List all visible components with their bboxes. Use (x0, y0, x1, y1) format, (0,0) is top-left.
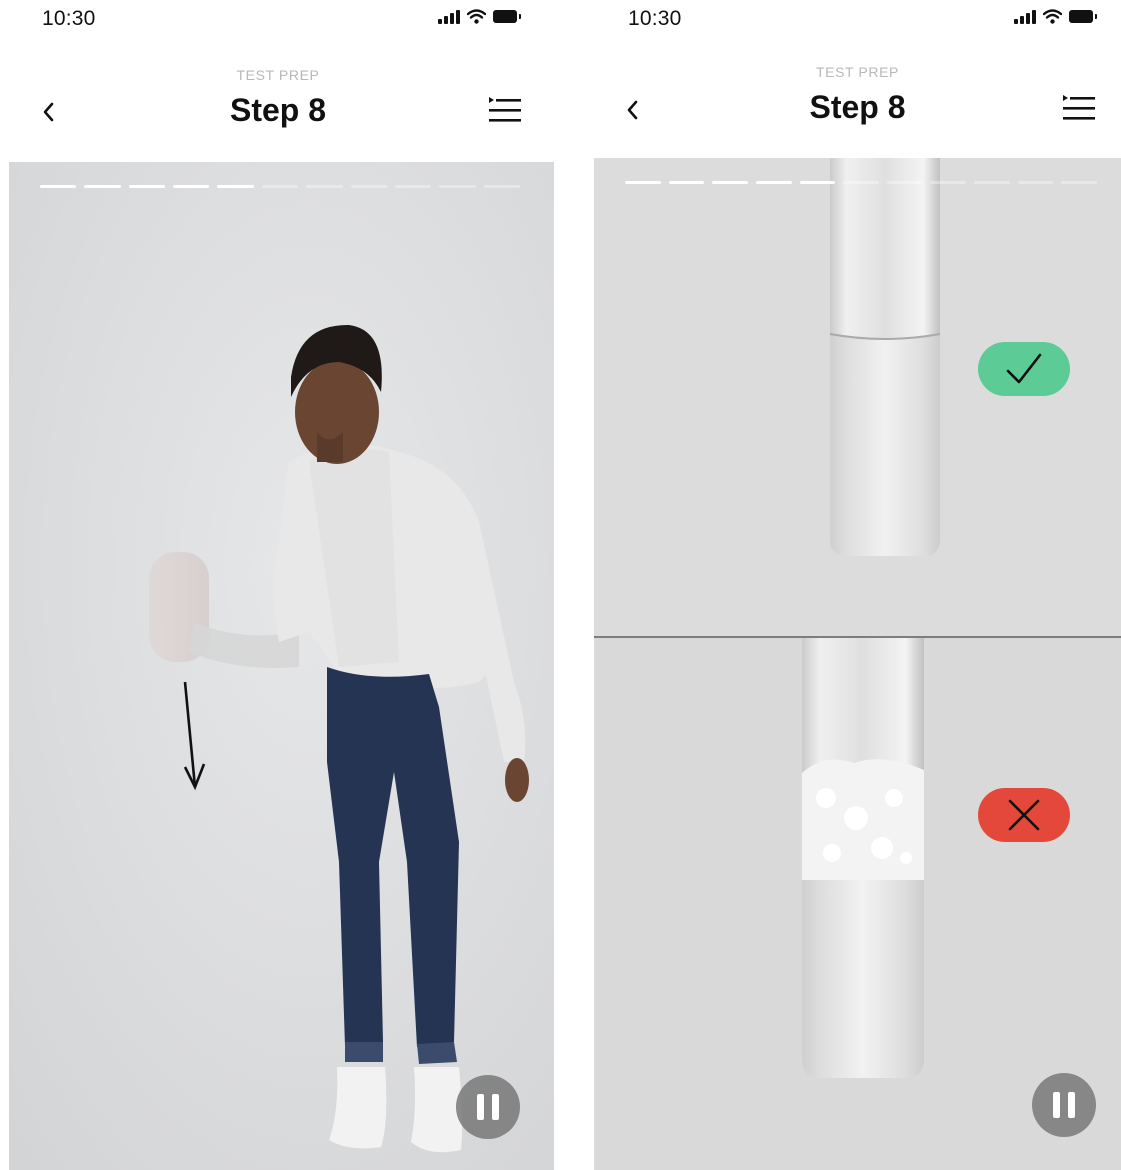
instruction-comparison-video[interactable] (594, 158, 1121, 1170)
progress-segment (625, 181, 661, 184)
list-menu-icon (489, 97, 521, 122)
comparison-divider (594, 636, 1121, 638)
progress-segment (799, 181, 836, 184)
video-illustration-shaking-tube (9, 162, 554, 1170)
progress-segment (350, 185, 387, 188)
cellular-signal-icon (1014, 9, 1036, 24)
step-progress (625, 181, 1098, 184)
status-time: 10:30 (42, 7, 96, 30)
progress-segment (712, 181, 748, 184)
x-icon (1008, 799, 1040, 831)
cellular-signal-icon (438, 9, 460, 24)
progress-segment (40, 185, 77, 188)
status-icons (438, 9, 521, 24)
test-tube-comparison-illustration (594, 158, 1121, 1170)
progress-segment (173, 185, 210, 188)
status-time: 10:30 (628, 7, 682, 30)
page-title: Step 8 (229, 92, 327, 128)
check-icon (1006, 353, 1042, 384)
phone-screen-right: 10:30 TEST PREP Step 8 (594, 0, 1121, 1170)
progress-segment (394, 185, 432, 188)
progress-segment (1017, 181, 1054, 184)
progress-segment (84, 185, 121, 188)
progress-segment (755, 181, 792, 184)
progress-segment (930, 181, 967, 184)
progress-segment (1061, 181, 1098, 184)
progress-segment (843, 181, 879, 184)
progress-segment (261, 185, 299, 188)
progress-segment (668, 181, 705, 184)
battery-icon (1069, 10, 1097, 23)
phone-screen-left: 10:30 TEST PREP Step 8 (0, 0, 556, 1170)
progress-segment (128, 185, 166, 188)
section-overline: TEST PREP (816, 64, 899, 80)
page-title: Step 8 (809, 89, 906, 125)
instruction-video[interactable] (9, 162, 554, 1170)
battery-icon (493, 10, 521, 23)
pause-button[interactable] (1032, 1073, 1096, 1137)
progress-segment (483, 185, 520, 188)
back-button[interactable] (617, 95, 647, 125)
list-menu-icon (1063, 95, 1095, 120)
chevron-left-icon (627, 100, 638, 120)
steps-list-button[interactable] (1061, 94, 1097, 124)
section-overline: TEST PREP (236, 67, 320, 83)
progress-segment (306, 185, 343, 188)
pause-icon (1053, 1092, 1060, 1118)
progress-segment (886, 181, 923, 184)
back-button[interactable] (33, 97, 63, 127)
pause-button[interactable] (456, 1075, 520, 1139)
correct-badge (978, 342, 1070, 396)
wifi-icon (467, 9, 486, 24)
incorrect-badge (978, 788, 1070, 842)
step-progress (40, 185, 520, 188)
steps-list-button[interactable] (487, 96, 523, 126)
chevron-left-icon (43, 102, 54, 122)
progress-segment (974, 181, 1010, 184)
progress-segment (439, 185, 476, 188)
progress-segment (217, 185, 254, 188)
pause-icon (477, 1094, 484, 1120)
status-icons (1014, 9, 1097, 24)
wifi-icon (1043, 9, 1062, 24)
